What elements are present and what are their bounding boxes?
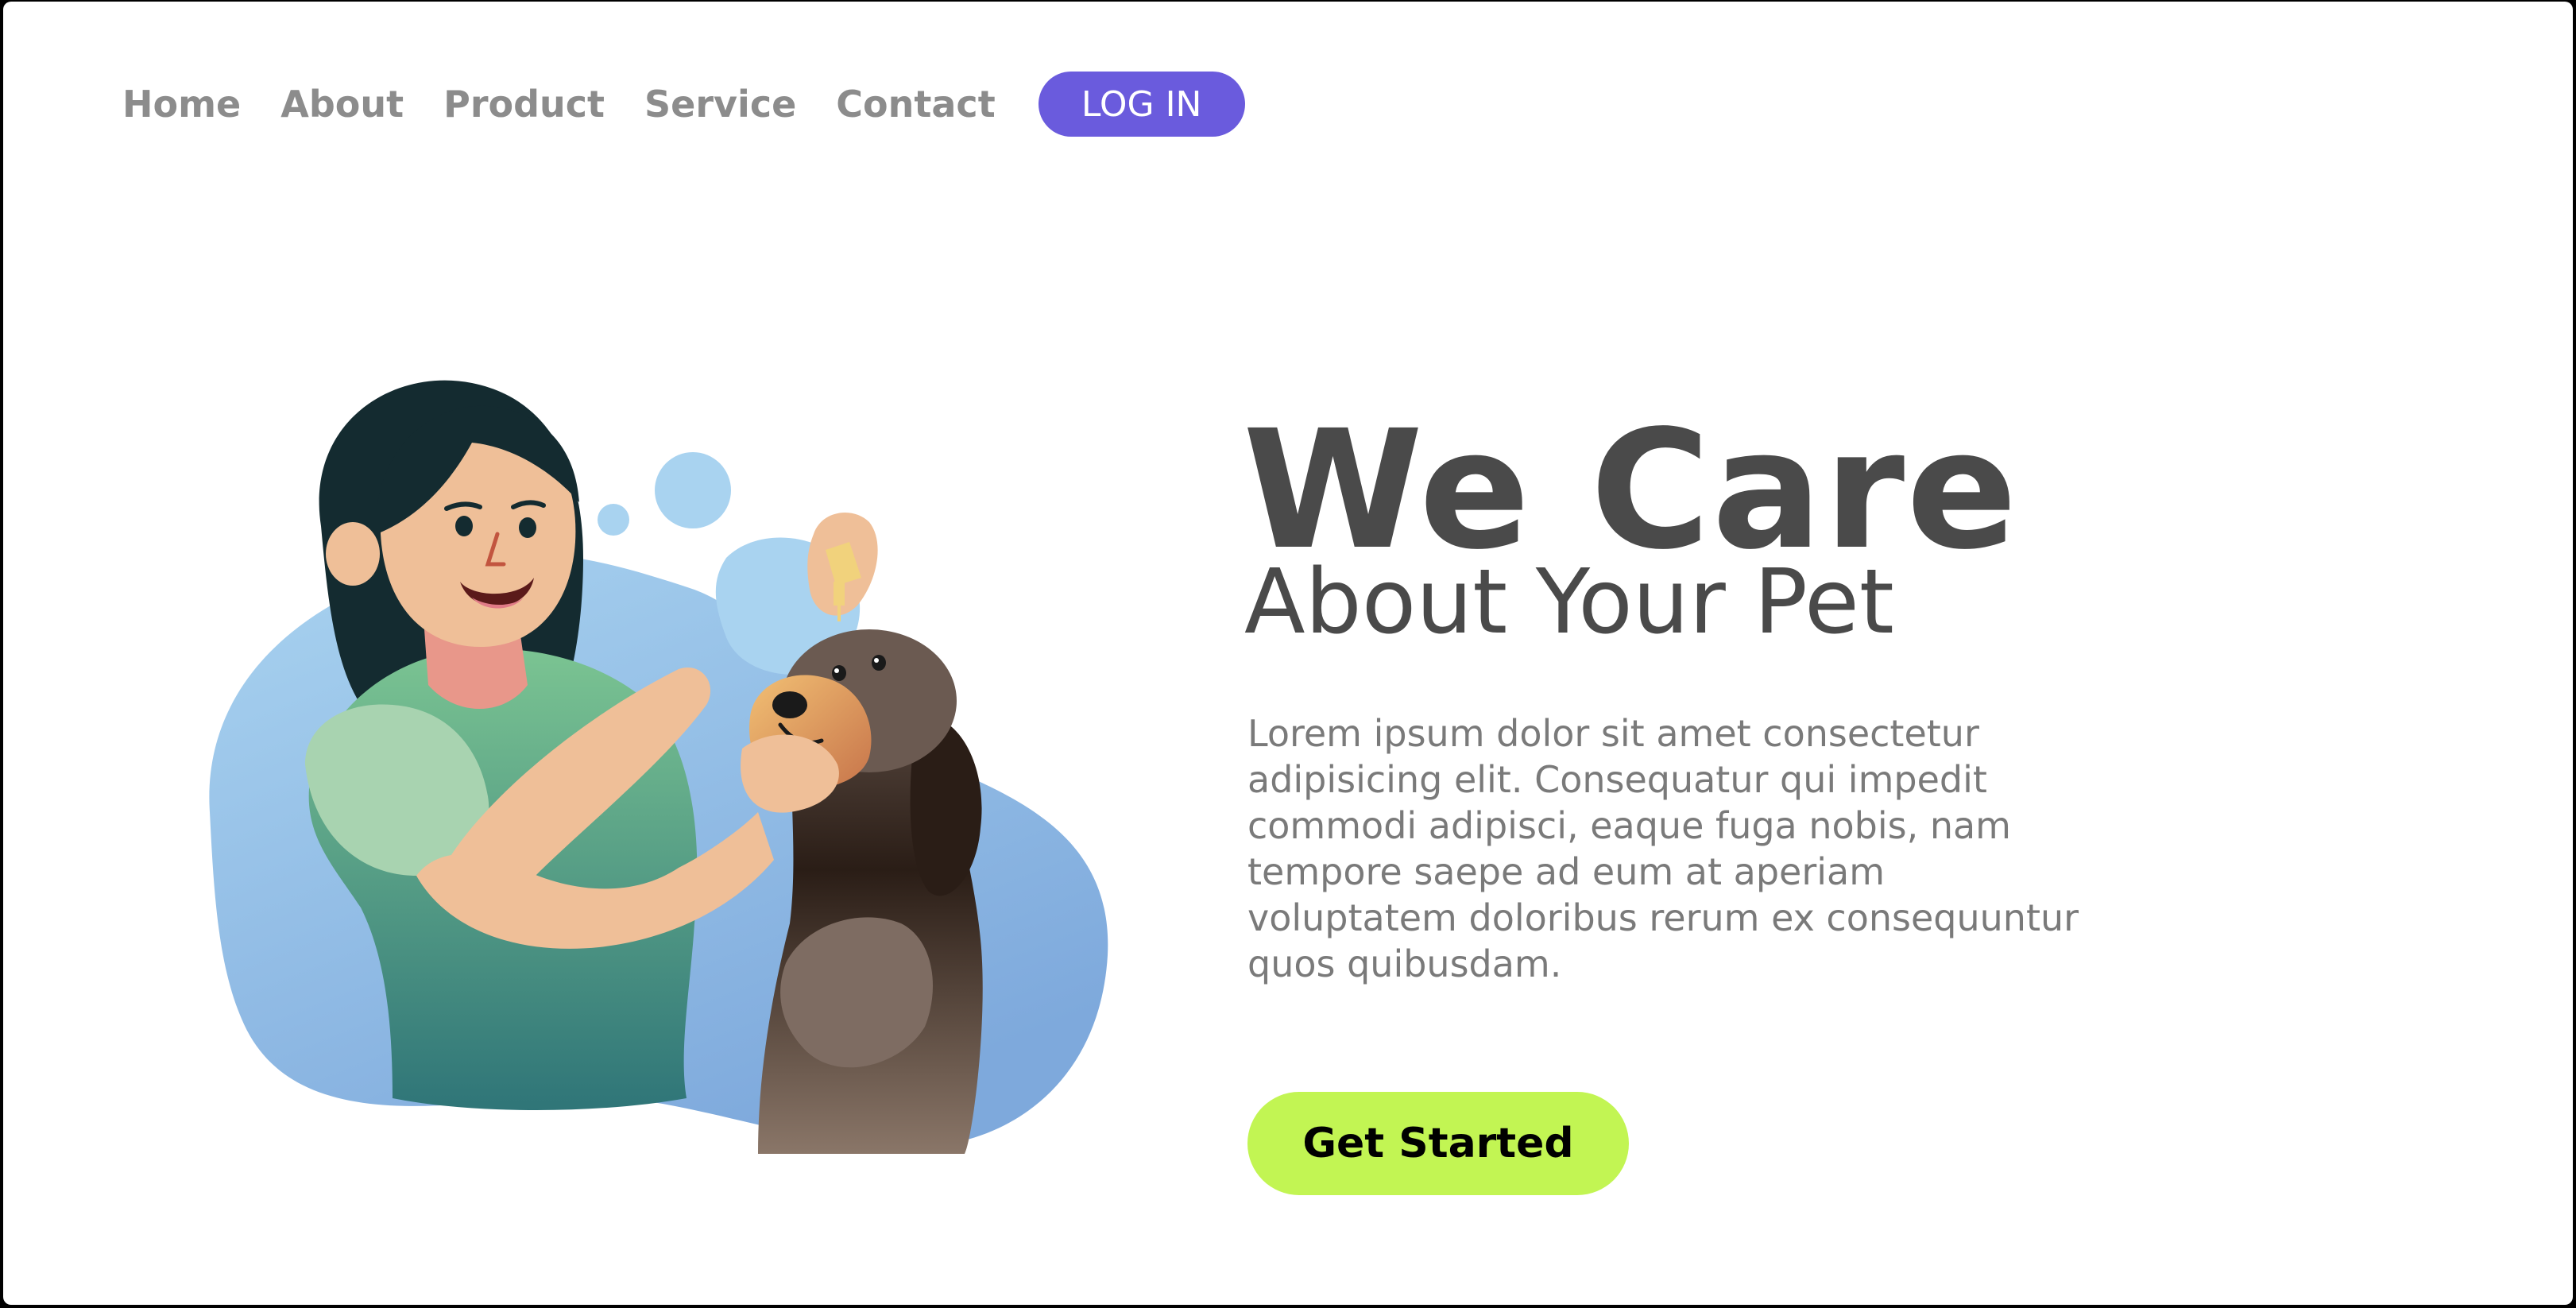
- get-started-button[interactable]: Get Started: [1247, 1092, 1629, 1195]
- nav-link-service[interactable]: Service: [644, 83, 796, 126]
- nav-link-home[interactable]: Home: [122, 83, 241, 126]
- nav-link-product[interactable]: Product: [443, 83, 605, 126]
- nav-link-contact[interactable]: Contact: [836, 83, 995, 126]
- hero-title: We Care: [1243, 395, 2019, 586]
- pet-care-illustration: [186, 351, 1116, 1178]
- landing-page: Home About Product Service Contact LOG I…: [3, 2, 2573, 1305]
- hero-subtitle: About Your Pet: [1244, 551, 1894, 654]
- nav-link-about[interactable]: About: [280, 83, 404, 126]
- hero-description: Lorem ipsum dolor sit amet consectetur a…: [1247, 712, 2079, 985]
- woman-giving-dog-eye-drops-illustration: [209, 380, 1108, 1154]
- login-button[interactable]: LOG IN: [1038, 72, 1245, 137]
- main-nav: Home About Product Service Contact LOG I…: [122, 72, 1245, 137]
